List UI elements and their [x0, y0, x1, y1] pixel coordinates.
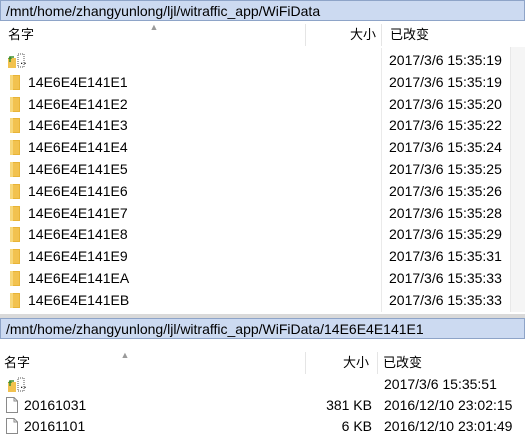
- file-name: 14E6E4E141E2: [28, 95, 128, 112]
- file-row[interactable]: 14E6E4E141E4 2017/3/6 15:35:24: [0, 137, 510, 158]
- file-name: 14E6E4E141E7: [28, 204, 128, 221]
- modified-date: 2017/3/6 15:35:33: [389, 291, 502, 308]
- sort-ascending-icon: ▲: [120, 350, 130, 360]
- file-name: 14E6E4E141E5: [28, 161, 128, 177]
- column-separator[interactable]: [377, 352, 378, 374]
- parent-directory-row[interactable]: .. 2017/3/6 15:35:19: [0, 50, 510, 71]
- file-name: ..: [20, 377, 27, 391]
- folder-icon: [10, 292, 20, 308]
- modified-date: 2017/3/6 15:35:28: [389, 204, 502, 221]
- column-size-header[interactable]: 大小: [343, 352, 369, 374]
- file-row[interactable]: 14E6E4E141EB 2017/3/6 15:35:33: [0, 290, 510, 311]
- file-row[interactable]: 14E6E4E141E6 2017/3/6 15:35:26: [0, 181, 510, 202]
- file-size: 6 KB: [341, 418, 372, 434]
- column-name-header[interactable]: 名字: [8, 24, 34, 46]
- file-row[interactable]: 20161101 6 KB 2016/12/10 23:01:49: [0, 416, 513, 437]
- folder-icon: [10, 205, 20, 221]
- modified-date: 2017/3/6 15:35:19: [389, 73, 502, 90]
- file-row[interactable]: 14E6E4E141E3 2017/3/6 15:35:22: [0, 115, 510, 136]
- file-icon: [6, 418, 18, 434]
- vertical-scrollbar[interactable]: [510, 47, 525, 312]
- file-name: 14E6E4E141E6: [28, 182, 128, 199]
- local-file-panel: /mnt/home/zhangyunlong/ljl/witraffic_app…: [0, 318, 525, 445]
- file-icon: [6, 397, 18, 413]
- folder-icon: [10, 140, 20, 156]
- modified-date: 2017/3/6 15:35:29: [389, 226, 502, 243]
- sort-ascending-icon: ▲: [149, 22, 159, 32]
- modified-date: 2017/3/6 15:35:25: [389, 161, 502, 177]
- file-name: 14E6E4E141E1: [28, 73, 128, 90]
- file-name: ..: [20, 53, 27, 67]
- path-bar[interactable]: /mnt/home/zhangyunlong/ljl/witraffic_app…: [0, 0, 525, 21]
- folder-icon: [10, 96, 20, 112]
- file-row[interactable]: 14E6E4E141E8 2017/3/6 15:35:29: [0, 224, 510, 245]
- file-row[interactable]: 14E6E4E141E7 2017/3/6 15:35:28: [0, 203, 510, 224]
- file-row[interactable]: 14E6E4E141EA 2017/3/6 15:35:33: [0, 268, 510, 289]
- file-name: 14E6E4E141E3: [28, 117, 128, 134]
- modified-date: 2017/3/6 15:35:26: [389, 182, 502, 199]
- file-name: 14E6E4E141E4: [28, 139, 128, 156]
- file-row[interactable]: 20161031 381 KB 2016/12/10 23:02:15: [0, 395, 513, 416]
- modified-date: 2017/3/6 15:35:22: [389, 117, 502, 134]
- column-modified-header[interactable]: 已改变: [390, 24, 429, 46]
- column-modified-header[interactable]: 已改变: [383, 352, 422, 374]
- folder-icon: [10, 118, 20, 134]
- modified-date: 2017/3/6 15:35:19: [389, 52, 502, 68]
- column-header: 名字 ▲ 大小 已改变: [0, 22, 525, 46]
- column-name-header[interactable]: 名字: [4, 352, 30, 374]
- column-divider: [381, 48, 382, 312]
- folder-icon: [10, 183, 20, 199]
- modified-date: 2017/3/6 15:35:31: [389, 248, 502, 265]
- column-separator[interactable]: [381, 24, 382, 46]
- folder-icon: [10, 271, 20, 286]
- folder-icon: [10, 162, 20, 177]
- file-name: 20161101: [24, 418, 86, 434]
- column-separator[interactable]: [305, 24, 306, 46]
- modified-date: 2017/3/6 15:35:24: [389, 139, 502, 156]
- modified-date: 2017/3/6 15:35:20: [389, 95, 502, 112]
- file-name: 14E6E4E141EB: [28, 291, 130, 308]
- file-row[interactable]: 14E6E4E141E1 2017/3/6 15:35:19: [0, 72, 510, 93]
- file-name: 20161031: [24, 397, 87, 413]
- modified-date: 2017/3/6 15:35:51: [384, 376, 497, 392]
- modified-date: 2016/12/10 23:02:15: [384, 397, 513, 413]
- file-row[interactable]: 14E6E4E141E5 2017/3/6 15:35:25: [0, 159, 510, 180]
- folder-icon: [10, 227, 20, 243]
- file-row[interactable]: 14E6E4E141E9 2017/3/6 15:35:31: [0, 246, 510, 267]
- file-row[interactable]: 14E6E4E141E2 2017/3/6 15:35:20: [0, 94, 510, 115]
- remote-file-panel: /mnt/home/zhangyunlong/ljl/witraffic_app…: [0, 0, 525, 314]
- folder-icon: [10, 74, 20, 90]
- file-name: 14E6E4E141E8: [28, 226, 128, 243]
- modified-date: 2017/3/6 15:35:33: [389, 270, 502, 286]
- folder-icon: [10, 249, 20, 265]
- column-header: 名字 ▲ 大小 已改变: [0, 350, 525, 374]
- column-size-header[interactable]: 大小: [350, 24, 376, 46]
- path-bar[interactable]: /mnt/home/zhangyunlong/ljl/witraffic_app…: [0, 318, 525, 339]
- column-separator[interactable]: [305, 352, 306, 374]
- parent-directory-row[interactable]: .. 2017/3/6 15:35:51: [0, 374, 510, 395]
- modified-date: 2016/12/10 23:01:49: [384, 418, 513, 434]
- file-name: 14E6E4E141E9: [28, 248, 128, 265]
- file-name: 14E6E4E141EA: [28, 270, 130, 286]
- file-size: 381 KB: [326, 397, 372, 413]
